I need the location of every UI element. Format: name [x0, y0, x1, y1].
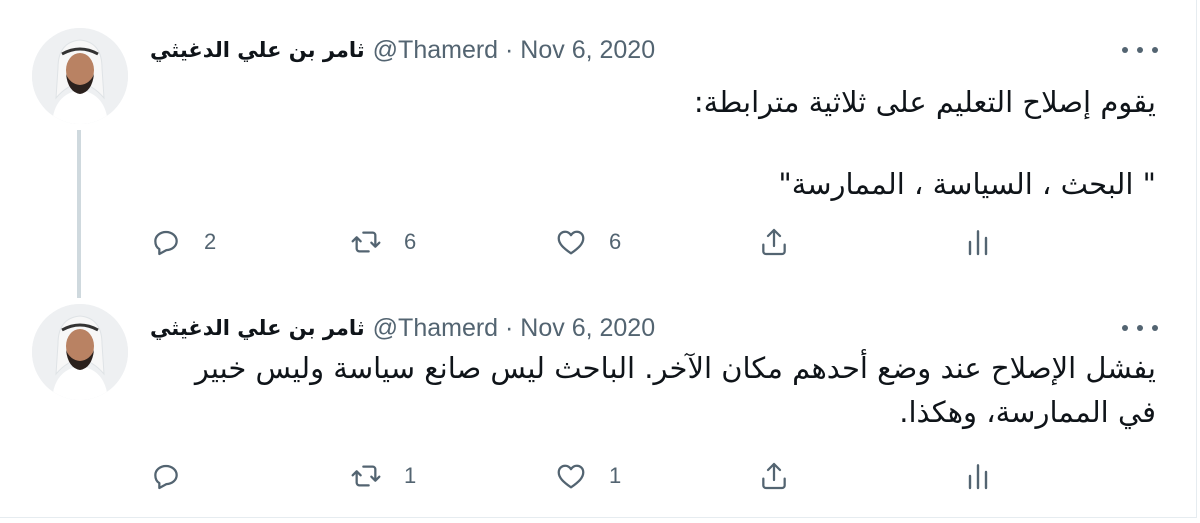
heart-icon: [557, 230, 585, 255]
reply-count: 2: [204, 229, 217, 254]
retweet-count: 6: [404, 229, 417, 254]
tweet-text: يقوم إصلاح التعليم على ثلاثية مترابطة: "…: [156, 80, 1156, 206]
tweet-header: ثامر بن علي الدغيثي @Thamerd · Nov 6, 20…: [150, 30, 1140, 70]
analytics-button[interactable]: [962, 458, 994, 494]
avatar[interactable]: [32, 304, 128, 400]
more-icon[interactable]: [1122, 322, 1158, 334]
like-count: 6: [609, 229, 622, 254]
like-button[interactable]: 1: [555, 458, 621, 494]
reply-button[interactable]: 2: [150, 224, 216, 260]
share-icon: [762, 228, 786, 256]
handle-and-date[interactable]: @Thamerd · Nov 6, 2020: [373, 36, 655, 65]
author-name[interactable]: ثامر بن علي الدغيثي: [150, 38, 365, 62]
retweet-icon: [351, 465, 381, 487]
share-icon: [762, 462, 786, 490]
analytics-button[interactable]: [962, 224, 994, 260]
retweet-button[interactable]: 6: [350, 224, 416, 260]
heart-icon: [557, 464, 585, 489]
like-count: 1: [609, 463, 622, 488]
tweet[interactable]: ثامر بن علي الدغيثي @Thamerd · Nov 6, 20…: [0, 288, 1200, 523]
retweet-button[interactable]: 1: [350, 458, 416, 494]
tweet-text-line: في الممارسة، وهكذا.: [899, 395, 1156, 429]
tweet-header: ثامر بن علي الدغيثي @Thamerd · Nov 6, 20…: [150, 308, 1140, 348]
tweet-text-line: يقوم إصلاح التعليم على ثلاثية مترابطة:: [693, 85, 1156, 119]
retweet-count: 1: [404, 463, 417, 488]
share-button[interactable]: [758, 224, 790, 260]
retweet-icon: [351, 231, 381, 253]
reply-button[interactable]: [150, 458, 204, 494]
share-button[interactable]: [758, 458, 790, 494]
tweet[interactable]: ثامر بن علي الدغيثي @Thamerd · Nov 6, 20…: [0, 0, 1200, 288]
tweet-text-line: " البحث ، السياسة ، الممارسة": [778, 167, 1156, 201]
reply-icon: [154, 464, 178, 490]
tweet-text-line: يفشل الإصلاح عند وضع أحدهم مكان الآخر. ا…: [194, 351, 1156, 385]
tweet-text: يفشل الإصلاح عند وضع أحدهم مكان الآخر. ا…: [156, 346, 1156, 434]
reply-icon: [154, 230, 178, 256]
author-name[interactable]: ثامر بن علي الدغيثي: [150, 316, 365, 340]
avatar-image: [32, 28, 128, 124]
avatar-image: [32, 304, 128, 400]
analytics-icon: [968, 464, 988, 490]
tweet-actions: 1 1: [150, 458, 1010, 494]
tweet-actions: 2 6 6: [150, 224, 1010, 260]
avatar[interactable]: [32, 28, 128, 124]
like-button[interactable]: 6: [555, 224, 621, 260]
handle-and-date[interactable]: @Thamerd · Nov 6, 2020: [373, 314, 655, 343]
more-icon[interactable]: [1122, 44, 1158, 56]
analytics-icon: [968, 230, 988, 256]
